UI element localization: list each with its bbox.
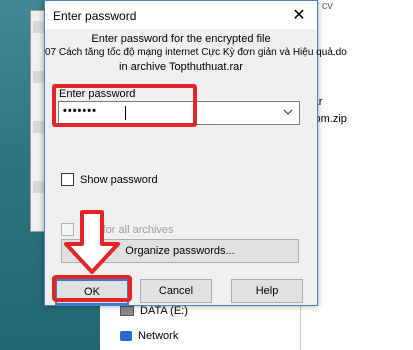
show-password-checkbox[interactable]: Show password [61,173,158,186]
explorer-nav-pane: DATA (E:) Network [100,300,300,350]
help-button[interactable]: Help [231,279,303,303]
highlight-box [52,275,132,302]
cancel-button[interactable]: Cancel [140,279,212,303]
close-icon[interactable]: ✕ [289,5,309,25]
highlight-box [52,84,197,127]
drive-icon [120,306,134,316]
chevron-down-icon[interactable] [281,104,295,120]
checkbox[interactable] [61,173,74,186]
dialog-message: Enter password for the encrypted file [91,33,271,45]
nav-item-label: Network [138,330,179,342]
nav-item-data-drive[interactable]: DATA (E:) [120,305,188,317]
title-bar: Enter password ✕ [45,1,317,29]
nav-item-label: DATA (E:) [140,305,188,317]
network-icon [120,331,132,341]
nav-item-network[interactable]: Network [120,330,178,342]
dialog-filename: 07 Cách tăng tốc độ mạng internet Cực Kỳ… [45,47,347,58]
show-password-label: Show password [80,173,158,186]
dialog-archive: in archive Topthuthuat.rar [119,61,243,73]
dialog-title: Enter password [53,9,137,23]
arrow-down-icon [64,210,120,274]
